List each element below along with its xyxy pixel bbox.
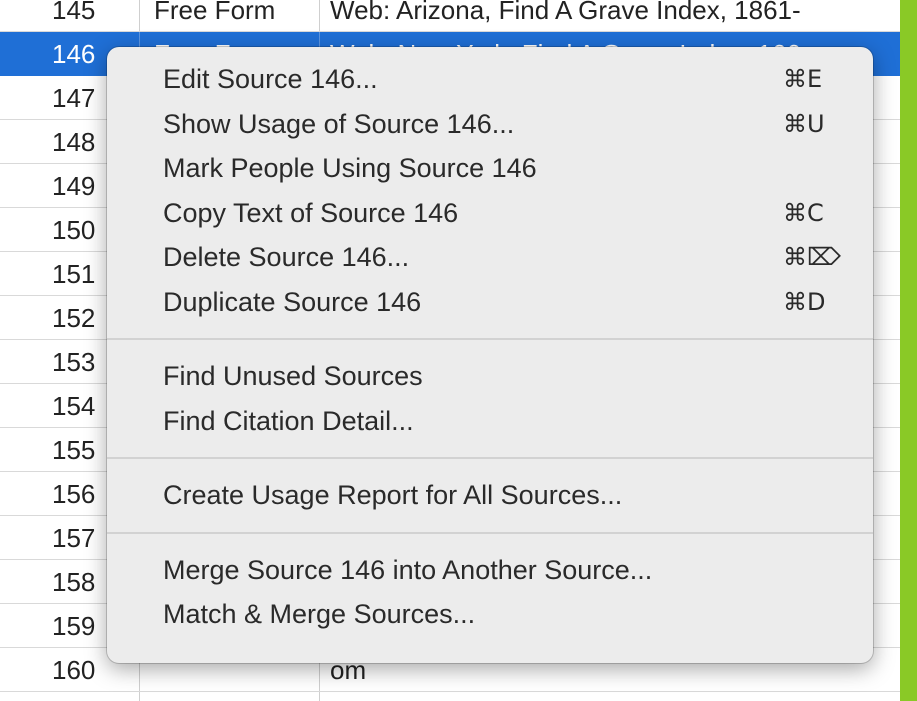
menu-item-label: Merge Source 146 into Another Source... [163,555,653,585]
menu-item-shortcut: ⌘U [783,110,825,138]
row-title: Iowa, Births and Christenings Index, 185 [320,692,900,701]
menu-item[interactable]: Duplicate Source 146 ⌘D [107,280,873,324]
menu-item[interactable]: Match & Merge Sources... [107,592,873,636]
menu-item[interactable]: Show Usage of Source 146... ⌘U [107,102,873,146]
menu-item[interactable]: Edit Source 146... ⌘E [107,57,873,101]
menu-item[interactable]: Merge Source 146 into Another Source... [107,548,873,592]
menu-item-label: Copy Text of Source 146 [163,198,459,228]
context-menu: Edit Source 146... ⌘E Show Usage of Source… [107,47,873,663]
menu-item-label: Create Usage Report for All Sources... [163,480,623,510]
row-number: 161 [0,692,140,701]
menu-item[interactable]: Create Usage Report for All Sources... [107,473,873,517]
menu-item-label: Duplicate Source 146 [163,287,422,317]
menu-item-label: Match & Merge Sources... [163,599,476,629]
menu-item-shortcut: ⌘⌦ [783,243,841,271]
menu-item-label: Show Usage of Source 146... [163,109,515,139]
menu-item[interactable]: Find Citation Detail... [107,399,873,443]
menu-separator [107,457,873,459]
menu-item-label: Mark People Using Source 146 [163,153,537,183]
green-accent-bar [900,0,917,701]
menu-item-shortcut: ⌘D [783,288,826,316]
menu-item[interactable]: Copy Text of Source 146 ⌘C [107,191,873,235]
menu-separator [107,338,873,340]
menu-item-label: Find Unused Sources [163,361,423,391]
row-type: Free Form [140,0,320,31]
menu-separator [107,532,873,534]
menu-item-label: Find Citation Detail... [163,406,414,436]
menu-item[interactable]: Delete Source 146... ⌘⌦ [107,235,873,279]
menu-item[interactable]: Find Unused Sources [107,354,873,398]
menu-item-label: Edit Source 146... [163,64,378,94]
menu-item-shortcut: ⌘E [783,65,823,93]
table-row[interactable]: 161Free FormIowa, Births and Christening… [0,692,900,701]
row-type: Free Form [140,692,320,701]
row-number: 145 [0,0,140,31]
menu-item[interactable]: Mark People Using Source 146 [107,146,873,190]
menu-item-label: Delete Source 146... [163,242,410,272]
row-title: Web: Arizona, Find A Grave Index, 1861- [330,0,801,25]
menu-item-shortcut: ⌘C [783,199,824,227]
table-row[interactable]: 145 Free Form Web: Arizona, Find A Grave I… [0,0,900,32]
